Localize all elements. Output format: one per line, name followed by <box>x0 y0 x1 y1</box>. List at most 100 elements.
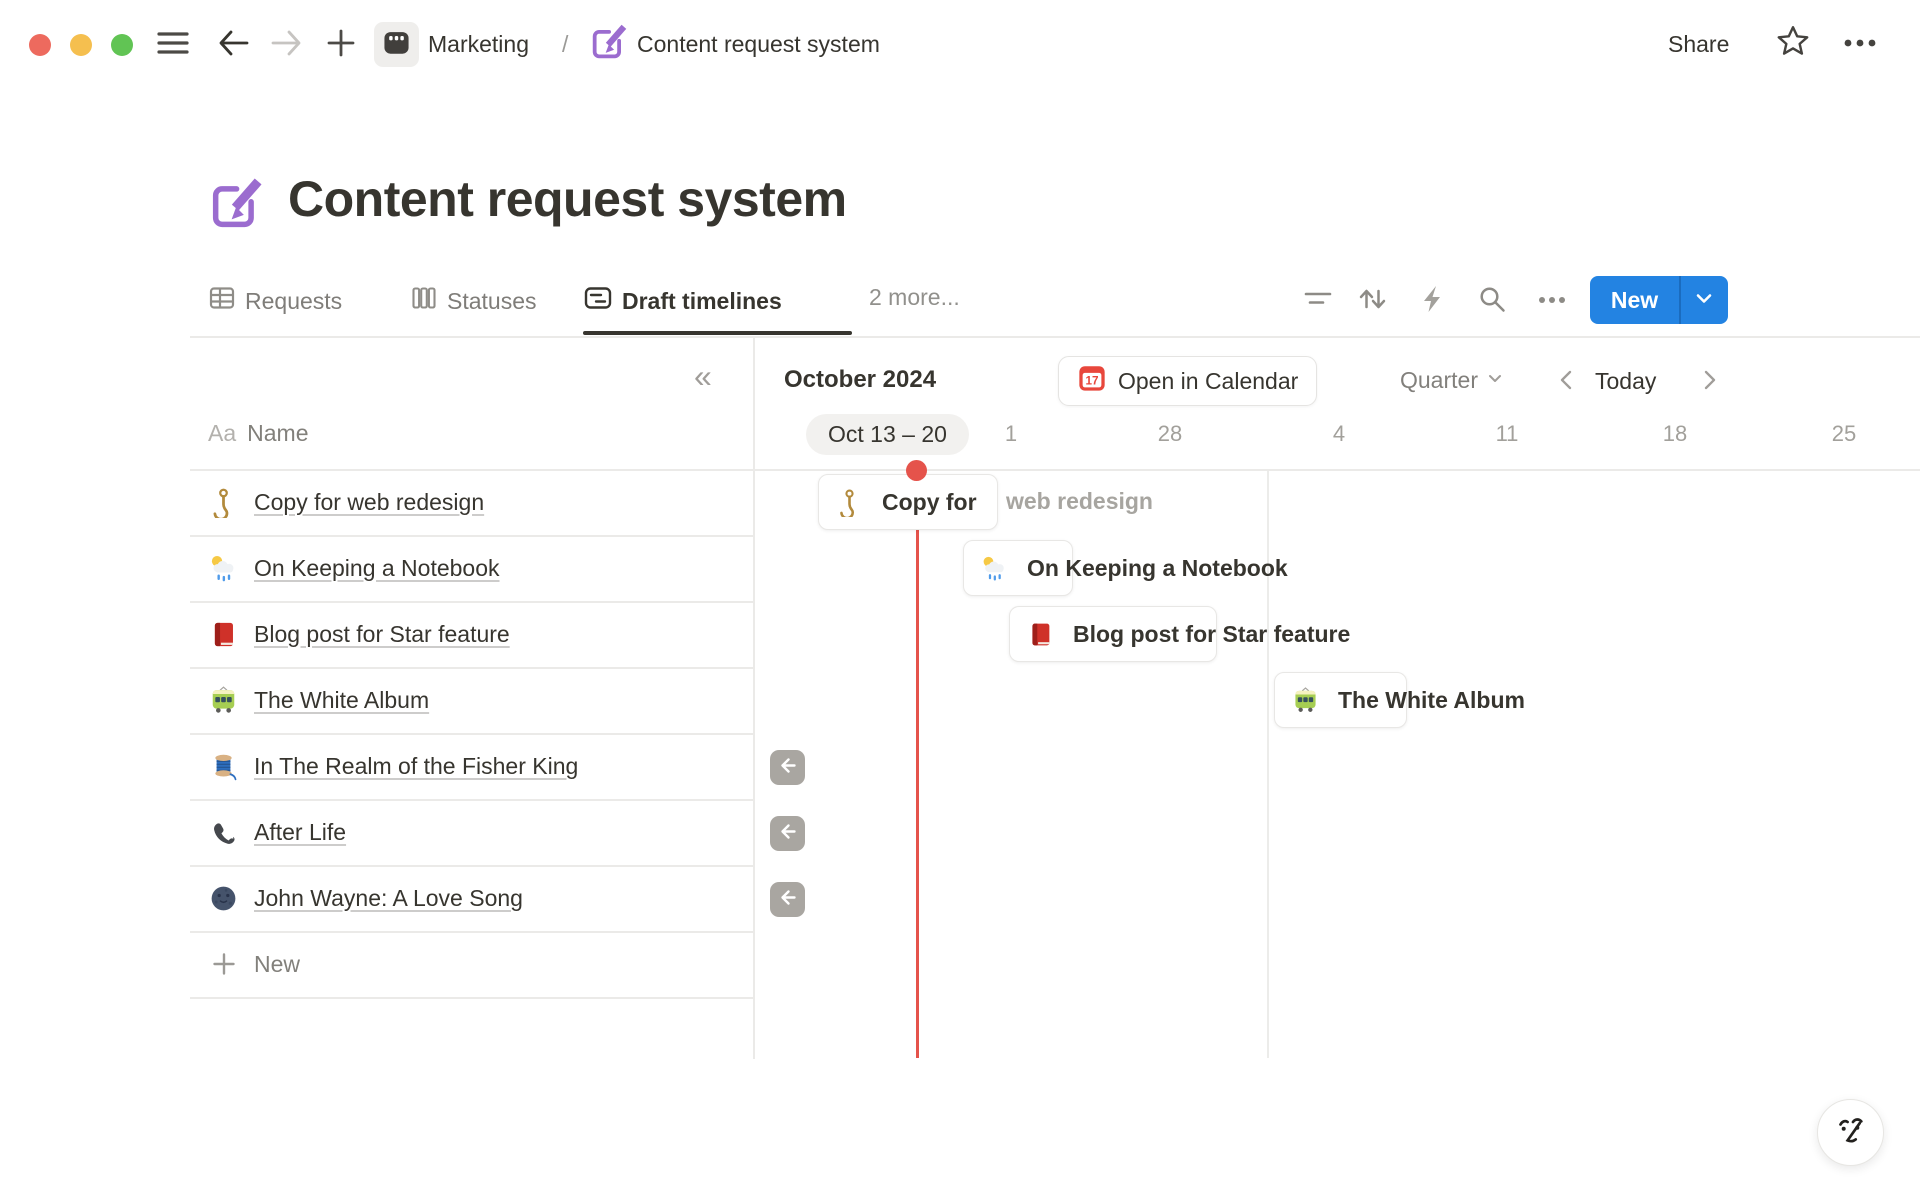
tab-label: Requests <box>245 288 342 315</box>
scroll-to-bar-button[interactable] <box>770 816 805 851</box>
filter-button[interactable] <box>1302 285 1334 317</box>
card-box-icon <box>381 27 412 63</box>
row-name[interactable]: On Keeping a Notebook <box>254 555 500 582</box>
minimize-window-button[interactable] <box>70 34 92 56</box>
back-button[interactable] <box>216 28 250 62</box>
bar-label: Copy for <box>882 489 977 516</box>
row-name[interactable]: John Wayne: A Love Song <box>254 885 523 912</box>
breadcrumb-workspace-icon-chip[interactable] <box>374 22 419 67</box>
chevron-right-icon <box>1698 379 1720 396</box>
more-options-button[interactable] <box>1843 28 1877 62</box>
collapse-panel-button[interactable]: « <box>694 358 712 395</box>
table-row[interactable]: On Keeping a Notebook <box>208 535 748 601</box>
zoom-level-value: Quarter <box>1400 367 1478 394</box>
bar-label: On Keeping a Notebook <box>1027 555 1288 582</box>
page-memo-icon[interactable] <box>206 176 264 239</box>
table-row[interactable]: Copy for web redesign <box>208 469 748 535</box>
ai-face-icon <box>1831 1110 1871 1155</box>
row-name[interactable]: Copy for web redesign <box>254 489 484 516</box>
new-button[interactable]: New <box>1590 276 1679 324</box>
table-row[interactable]: John Wayne: A Love Song <box>208 865 748 931</box>
table-row[interactable]: The White Album <box>208 667 748 733</box>
timeline-bar[interactable]: Copy for <box>818 474 998 530</box>
new-row-button[interactable]: New <box>208 931 748 997</box>
timeline-bar[interactable]: On Keeping a Notebook <box>963 540 1073 596</box>
lightning-icon <box>1420 284 1446 319</box>
sort-icon <box>1356 284 1388 319</box>
timeline-bar[interactable]: Blog post for Star feature <box>1009 606 1217 662</box>
column-header-name[interactable]: Aa Name <box>208 420 309 447</box>
tabbar-divider <box>190 336 1920 338</box>
table-row[interactable]: Blog post for Star feature <box>208 601 748 667</box>
chevron-down-icon <box>1693 287 1715 314</box>
tab-more[interactable]: 2 more... <box>869 284 960 311</box>
chevron-left-icon <box>1556 379 1578 396</box>
close-window-button[interactable] <box>29 34 51 56</box>
view-options-button[interactable] <box>1536 285 1568 317</box>
sun-rain-cloud-icon <box>979 553 1010 584</box>
arrow-left-icon <box>777 887 798 913</box>
table-view-icon <box>208 284 236 318</box>
forward-button[interactable] <box>270 28 304 62</box>
today-button[interactable]: Today <box>1595 368 1656 395</box>
week-label: 18 <box>1663 421 1687 447</box>
panel-timeline-divider <box>753 338 755 1059</box>
tab-label: Draft timelines <box>622 288 782 315</box>
chevron-down-icon <box>1486 369 1504 392</box>
text-property-icon: Aa <box>208 420 236 447</box>
red-book-icon <box>1025 619 1056 650</box>
table-row[interactable]: After Life <box>208 799 748 865</box>
arrow-left-icon <box>777 755 798 781</box>
zoom-level-select[interactable]: Quarter <box>1400 367 1504 394</box>
scroll-to-bar-button[interactable] <box>770 882 805 917</box>
sort-button[interactable] <box>1356 285 1388 317</box>
breadcrumb-page[interactable]: Content request system <box>637 31 880 58</box>
week-label: 4 <box>1333 421 1345 447</box>
prev-period-button[interactable] <box>1556 368 1578 397</box>
active-tab-underline <box>583 331 852 335</box>
week-label: 11 <box>1496 421 1519 447</box>
favorite-button[interactable] <box>1776 26 1810 60</box>
scroll-to-bar-button[interactable] <box>770 750 805 785</box>
tab-label: 2 more... <box>869 284 960 311</box>
timeline-bar[interactable]: The White Album <box>1274 672 1407 728</box>
tab-statuses[interactable]: Statuses <box>410 284 537 318</box>
table-row[interactable]: In The Realm of the Fisher King <box>208 733 748 799</box>
share-button[interactable]: Share <box>1668 31 1729 58</box>
visible-range-pill: Oct 13 – 20 <box>806 414 969 455</box>
new-page-button[interactable] <box>324 28 358 62</box>
column-header-label: Name <box>247 420 308 447</box>
board-view-icon <box>410 284 438 318</box>
arrow-right-icon <box>270 27 304 64</box>
tab-label: Statuses <box>447 288 537 315</box>
arrow-left-icon <box>216 27 250 64</box>
breadcrumb-workspace[interactable]: Marketing <box>428 31 529 58</box>
bar-label: The White Album <box>1338 687 1525 714</box>
row-name[interactable]: In The Realm of the Fisher King <box>254 753 578 780</box>
next-period-button[interactable] <box>1698 368 1720 397</box>
new-dropdown-button[interactable] <box>1681 276 1729 324</box>
page-title[interactable]: Content request system <box>288 170 847 228</box>
red-book-icon <box>208 619 239 650</box>
sidebar-menu-button[interactable] <box>156 28 190 62</box>
row-name[interactable]: After Life <box>254 819 346 846</box>
plus-icon <box>326 28 356 63</box>
tab-draft-timelines[interactable]: Draft timelines <box>583 284 782 318</box>
open-in-calendar-button[interactable]: 17 Open in Calendar <box>1058 356 1317 406</box>
notion-ai-button[interactable] <box>1817 1099 1884 1166</box>
today-marker <box>906 460 927 481</box>
bar-overflow-label: web redesign <box>1006 488 1153 515</box>
new-button-group: New <box>1590 276 1728 324</box>
automations-button[interactable] <box>1417 285 1449 317</box>
search-button[interactable] <box>1476 285 1508 317</box>
table-bottom-divider <box>190 997 753 999</box>
tab-requests[interactable]: Requests <box>208 284 342 318</box>
ellipsis-icon <box>1842 36 1878 54</box>
maximize-window-button[interactable] <box>111 34 133 56</box>
breadcrumb-separator: / <box>562 31 568 58</box>
today-line <box>916 470 919 1058</box>
row-name[interactable]: The White Album <box>254 687 429 714</box>
open-in-calendar-label: Open in Calendar <box>1118 368 1298 395</box>
hamburger-icon <box>156 28 190 63</box>
row-name[interactable]: Blog post for Star feature <box>254 621 510 648</box>
